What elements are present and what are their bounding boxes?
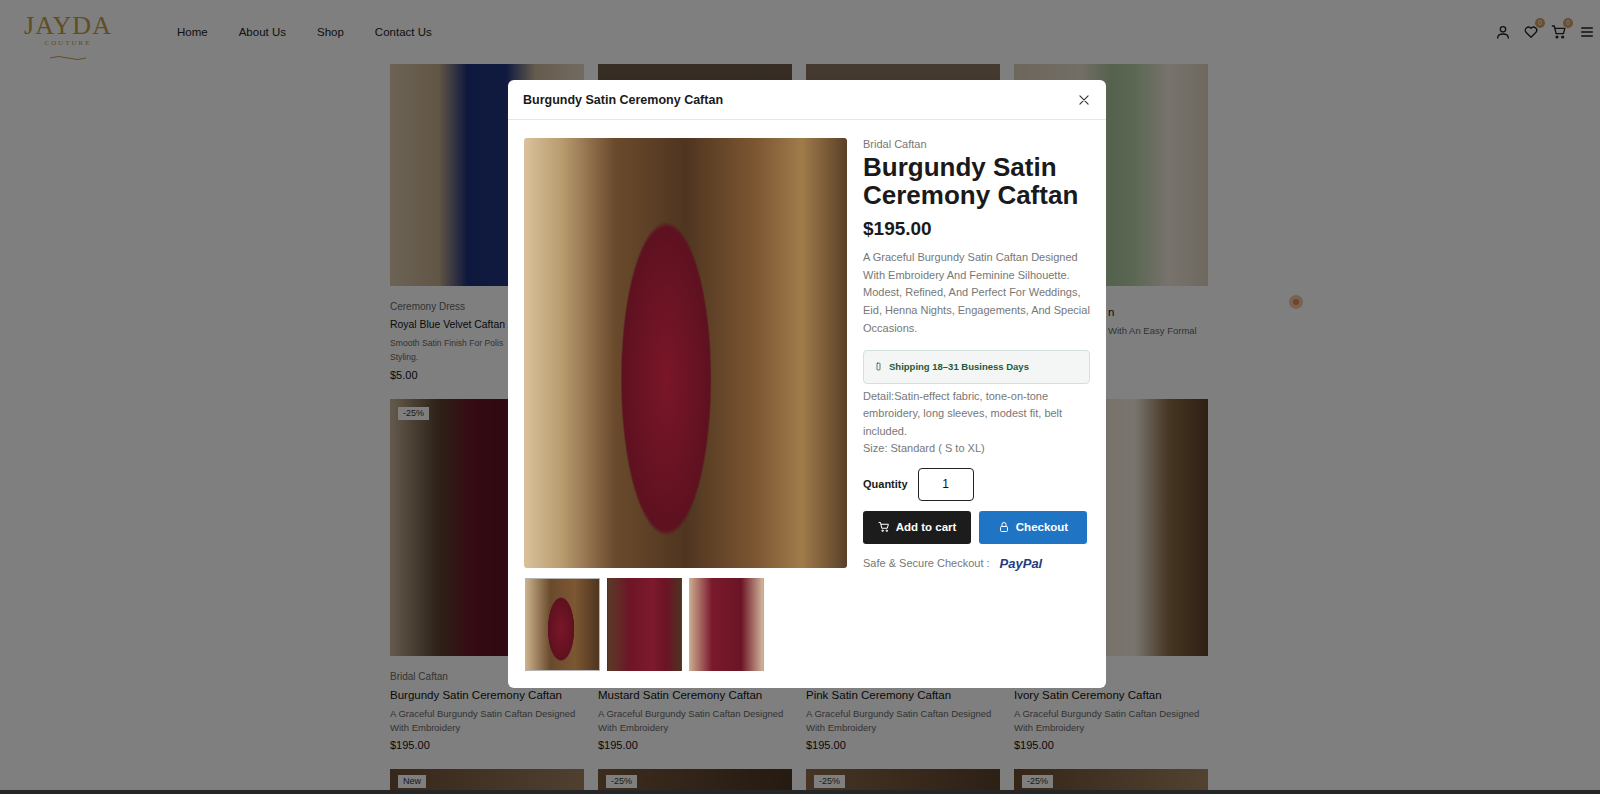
- close-icon: [1077, 93, 1091, 107]
- button-label: Add to cart: [896, 521, 957, 533]
- close-button[interactable]: [1076, 92, 1092, 108]
- product-category: Bridal Caftan: [863, 138, 1090, 151]
- paypal-logo: PayPal: [1000, 556, 1043, 571]
- modal-header: Burgundy Satin Ceremony Caftan: [508, 80, 1106, 120]
- quantity-label: Quantity: [863, 478, 908, 490]
- checkout-button[interactable]: Checkout: [979, 511, 1087, 544]
- modal-body: Bridal Caftan Burgundy Satin Ceremony Caf…: [508, 120, 1106, 688]
- button-label: Checkout: [1016, 521, 1068, 533]
- quantity-input[interactable]: [918, 468, 974, 501]
- product-size: Size: Standard ( S to XL): [863, 440, 1090, 458]
- thumbnail-list: [524, 578, 847, 671]
- modal-title: Burgundy Satin Ceremony Caftan: [523, 93, 723, 107]
- secure-checkout: Safe & Secure Checkout : PayPal: [863, 556, 1090, 571]
- product-name: Burgundy Satin Ceremony Caftan: [863, 153, 1090, 209]
- action-buttons: Add to cart Checkout: [863, 511, 1090, 544]
- shipping-info: Shipping 18–31 Business Days: [863, 350, 1090, 384]
- cart-icon: [878, 521, 890, 533]
- product-gallery: [524, 138, 847, 671]
- thumbnail[interactable]: [689, 578, 764, 671]
- product-main-image[interactable]: [524, 138, 847, 568]
- secure-label: Safe & Secure Checkout :: [863, 557, 990, 569]
- bottom-strip: [0, 790, 1600, 794]
- cart-icon: [878, 521, 890, 533]
- thumbnail[interactable]: [525, 578, 600, 671]
- add-to-cart-button[interactable]: Add to cart: [863, 511, 971, 544]
- quantity-row: Quantity: [863, 468, 1090, 501]
- thumbnail[interactable]: [607, 578, 682, 671]
- phone-icon: [874, 362, 883, 371]
- lock-icon: [998, 521, 1010, 533]
- close-icon: [1077, 93, 1091, 107]
- product-quick-view: Burgundy Satin Ceremony CaftanBridal Caf…: [508, 80, 1106, 688]
- product-price: $195.00: [863, 217, 1090, 241]
- product-detail: Detail:Satin-effect fabric, tone-on-tone…: [863, 388, 1090, 441]
- product-description: A Graceful Burgundy Satin Caftan Designe…: [863, 249, 1090, 338]
- phone-icon: [874, 362, 883, 371]
- product-details: Bridal Caftan Burgundy Satin Ceremony Caf…: [863, 138, 1090, 671]
- lock-icon: [998, 521, 1010, 533]
- shipping-text: Shipping 18–31 Business Days: [889, 361, 1029, 372]
